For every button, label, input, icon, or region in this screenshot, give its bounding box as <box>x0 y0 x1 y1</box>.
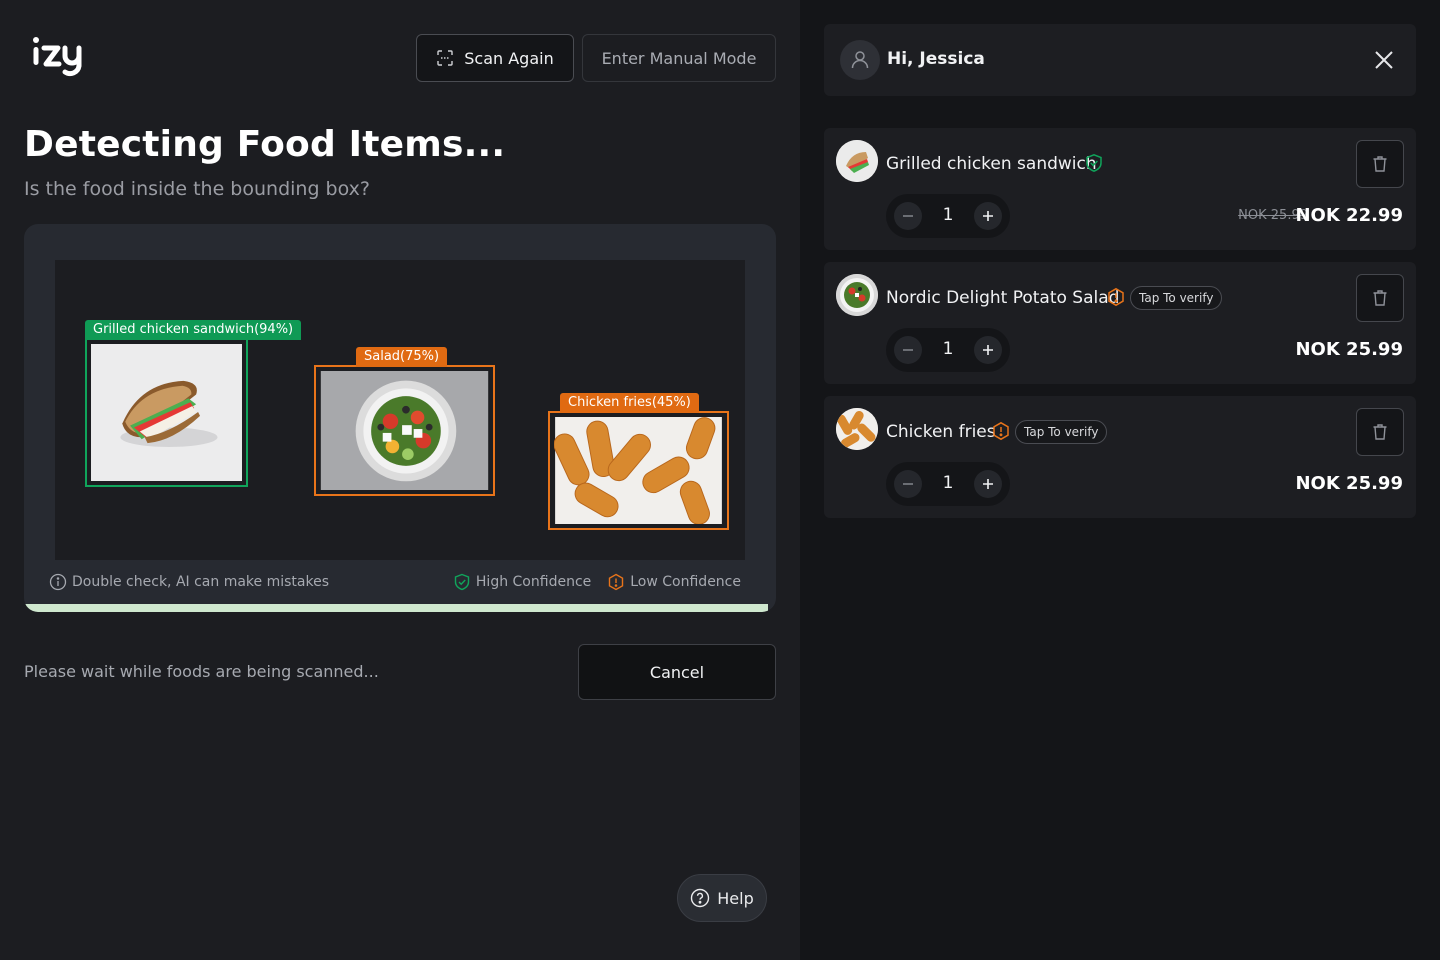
close-button[interactable] <box>1372 48 1396 72</box>
quantity-value: 1 <box>942 473 954 493</box>
alert-hexagon-icon <box>609 573 624 591</box>
increase-button[interactable] <box>974 336 1002 364</box>
minus-icon <box>903 483 913 485</box>
user-bar: Hi, Jessica <box>824 24 1416 96</box>
legend-low: Low Confidence <box>607 573 741 591</box>
disclaimer-text: Double check, AI can make mistakes <box>72 574 329 590</box>
minus-icon <box>903 215 913 217</box>
quantity-stepper: 1 <box>886 328 1010 372</box>
camera-viewport: Grilled chicken sandwich(94%) Salad(75%)… <box>55 260 745 560</box>
increase-button[interactable] <box>974 202 1002 230</box>
alert-hexagon-icon <box>1108 287 1124 307</box>
fries-photo <box>554 417 723 524</box>
quantity-stepper: 1 <box>886 194 1010 238</box>
manual-mode-button[interactable]: Enter Manual Mode <box>582 34 776 82</box>
scan-icon <box>437 50 453 66</box>
scanner-footer: Double check, AI can make mistakes High … <box>49 570 741 594</box>
alert-hexagon-icon <box>993 421 1009 441</box>
page-subtitle: Is the food inside the bounding box? <box>24 178 370 200</box>
scan-progress-bar <box>24 604 769 612</box>
info-icon <box>49 573 67 591</box>
help-button[interactable]: Help <box>677 874 767 922</box>
shield-check-icon <box>454 573 470 591</box>
plus-icon <box>983 345 993 355</box>
decrease-button[interactable] <box>894 202 922 230</box>
item-name: Grilled chicken sandwich <box>886 154 1097 174</box>
wait-message: Please wait while foods are being scanne… <box>24 662 379 681</box>
detection-box-salad[interactable]: Salad(75%) <box>314 347 495 496</box>
plus-icon <box>983 211 993 221</box>
order-item: Grilled chicken sandwich 1 NOK 25.99 NOK… <box>824 128 1416 250</box>
scanner-card: Grilled chicken sandwich(94%) Salad(75%)… <box>24 224 776 612</box>
detection-box-fries[interactable]: Chicken fries(45%) <box>548 393 729 530</box>
scan-again-button[interactable]: Scan Again <box>416 34 574 82</box>
scan-again-label: Scan Again <box>464 48 554 68</box>
cancel-button[interactable]: Cancel <box>578 644 776 700</box>
shield-check-icon <box>1086 153 1102 173</box>
delete-item-button[interactable] <box>1356 274 1404 322</box>
cancel-label: Cancel <box>649 662 705 682</box>
quantity-value: 1 <box>942 339 954 359</box>
tap-to-verify-button[interactable]: Tap To verify <box>1130 286 1223 310</box>
quantity-stepper: 1 <box>886 462 1010 506</box>
tap-to-verify-button[interactable]: Tap To verify <box>1015 420 1108 444</box>
detection-label: Chicken fries(45%) <box>560 393 699 413</box>
item-name: Nordic Delight Potato Salad <box>886 288 1120 308</box>
item-thumbnail <box>836 274 878 316</box>
legend-high-label: High Confidence <box>475 574 592 590</box>
item-price: NOK 25.99 <box>1295 339 1403 360</box>
minus-icon <box>903 349 913 351</box>
page-title: Detecting Food Items... <box>24 124 506 165</box>
close-icon <box>1375 51 1393 69</box>
manual-mode-label: Enter Manual Mode <box>601 48 757 68</box>
legend-low-label: Low Confidence <box>630 574 741 590</box>
detection-label: Salad(75%) <box>356 347 448 367</box>
decrease-button[interactable] <box>894 336 922 364</box>
order-item: Chicken fries Tap To verify 1 NOK 25.99 <box>824 396 1416 518</box>
item-thumbnail <box>836 408 878 450</box>
decrease-button[interactable] <box>894 470 922 498</box>
trash-icon <box>1373 424 1387 440</box>
detection-label: Grilled chicken sandwich(94%) <box>85 320 302 340</box>
trash-icon <box>1373 156 1387 172</box>
delete-item-button[interactable] <box>1356 140 1404 188</box>
item-price: NOK 25.99 <box>1295 473 1403 494</box>
trash-icon <box>1373 290 1387 306</box>
izy-logo <box>30 36 90 80</box>
item-price: NOK 22.99 <box>1295 205 1403 226</box>
avatar <box>840 40 880 80</box>
scan-panel: Scan Again Enter Manual Mode Detecting F… <box>0 0 800 960</box>
order-panel: Hi, Jessica Grilled chicken sandwich 1 N… <box>800 0 1440 960</box>
salad-photo <box>320 371 489 490</box>
help-label: Help <box>717 888 754 908</box>
delete-item-button[interactable] <box>1356 408 1404 456</box>
sandwich-photo <box>91 344 242 481</box>
quantity-value: 1 <box>942 205 954 225</box>
plus-icon <box>983 479 993 489</box>
detection-box-sandwich[interactable]: Grilled chicken sandwich(94%) <box>85 320 302 487</box>
greeting: Hi, Jessica <box>887 49 985 69</box>
item-thumbnail <box>836 140 878 182</box>
order-item: Nordic Delight Potato Salad Tap To verif… <box>824 262 1416 384</box>
user-icon <box>851 51 869 69</box>
item-name: Chicken fries <box>886 422 996 442</box>
help-circle-icon <box>691 888 710 908</box>
legend-high: High Confidence <box>453 573 591 591</box>
increase-button[interactable] <box>974 470 1002 498</box>
